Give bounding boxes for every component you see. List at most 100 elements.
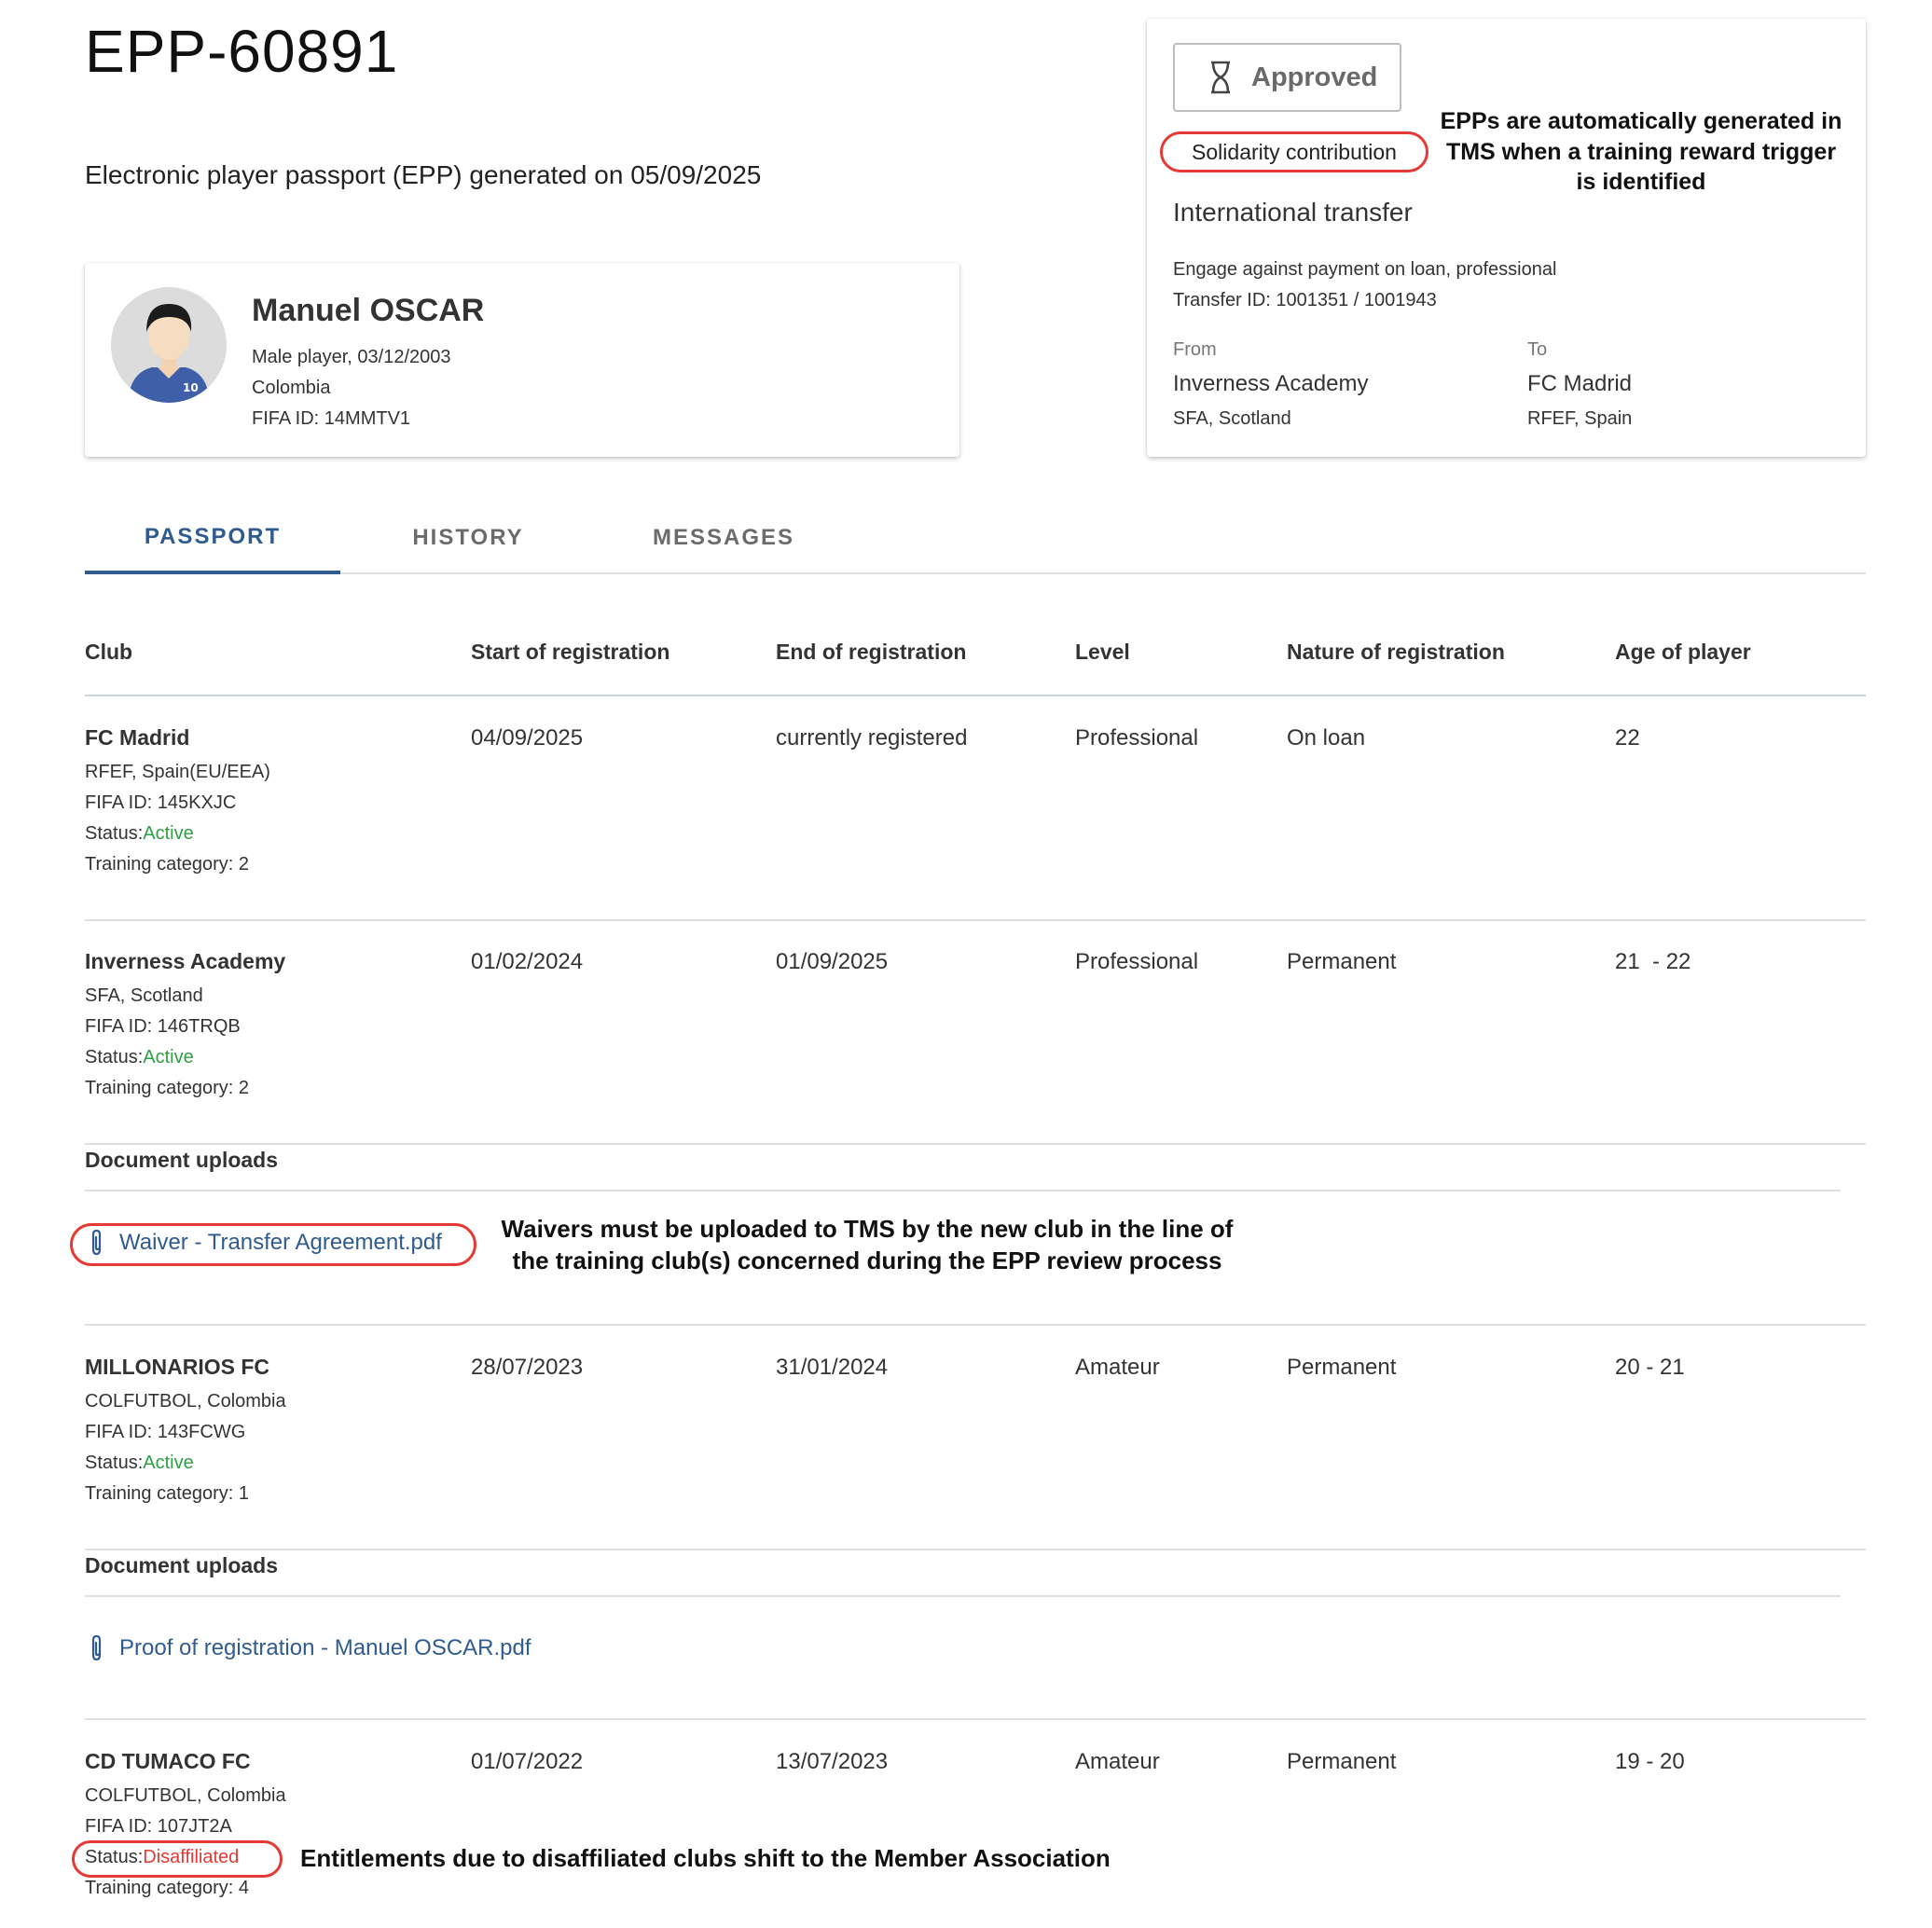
club-name: FC Madrid [85,725,190,750]
player-nationality: Colombia [252,378,331,398]
club-status: Status:Active [85,1453,194,1474]
start-of-registration: 04/09/2025 [471,725,584,751]
nature-of-registration: On loan [1287,725,1366,751]
status-value: Active [143,823,194,844]
start-of-registration: 28/07/2023 [471,1355,584,1380]
training-category: Training category: 2 [85,1078,250,1098]
age-of-player: 19 - 20 [1615,1749,1685,1774]
status-label: Approved [1251,62,1378,92]
row-divider [85,919,1866,921]
disaffiliated-annotation: Entitlements due to disaffiliated clubs … [300,1844,1111,1872]
level: Professional [1075,949,1199,974]
row-divider [85,1718,1866,1720]
column-header-level: Level [1075,640,1130,664]
solidarity-contribution-badge: Solidarity contribution [1160,131,1428,172]
club-status: Status:Disaffiliated [85,1847,239,1868]
from-label: From [1173,339,1217,360]
status-value: Active [143,1453,194,1473]
end-of-registration: currently registered [776,725,968,751]
column-header-start: Start of registration [471,640,670,664]
transfer-id: Transfer ID: 1001351 / 1001943 [1173,290,1437,310]
row-divider [85,1549,1866,1550]
start-of-registration: 01/07/2022 [471,1749,584,1774]
status-value: Disaffiliated [143,1847,240,1867]
status-prefix: Status: [85,823,144,844]
nature-of-registration: Permanent [1287,1749,1397,1774]
jersey-number: 10 [183,381,199,394]
player-name: Manuel OSCAR [252,293,485,328]
player-fifa-id: FIFA ID: 14MMTV1 [252,408,411,429]
club-association: COLFUTBOL, Colombia [85,1785,286,1806]
status-prefix: Status: [85,1847,144,1867]
level: Amateur [1075,1355,1160,1380]
column-header-end: End of registration [776,640,967,664]
age-of-player: 20 - 21 [1615,1355,1685,1380]
player-avatar-icon: 10 [111,287,227,403]
to-association: RFEF, Spain [1527,408,1633,429]
training-category: Training category: 1 [85,1483,250,1504]
tab-passport[interactable]: PASSPORT [85,503,340,574]
end-of-registration: 31/01/2024 [776,1355,889,1380]
hourglass-icon [1211,61,1230,94]
document-uploads-header: Document uploads [85,1148,279,1172]
waiver-annotation: Waivers must be uploaded to TMS by the n… [501,1215,1234,1274]
club-status: Status:Active [85,823,194,845]
club-name: CD TUMACO FC [85,1749,251,1773]
tab-messages[interactable]: MESSAGES [596,503,851,572]
epp-generation-annotation: EPPs are automatically generated in TMS … [1440,108,1842,195]
column-header-club: Club [85,640,133,664]
page-subtitle: Electronic player passport (EPP) generat… [85,160,762,189]
club-fifa-id: FIFA ID: 143FCWG [85,1422,246,1442]
row-divider [85,1324,1866,1326]
document-uploads-header: Document uploads [85,1553,279,1577]
paperclip-icon [91,1229,102,1256]
tab-bar: PASSPORT HISTORY MESSAGES [85,503,1866,574]
nature-of-registration: Permanent [1287,1355,1397,1380]
level: Amateur [1075,1749,1160,1774]
column-header-nature: Nature of registration [1287,640,1505,664]
document-divider [85,1190,1841,1191]
player-gender-dob: Male player, 03/12/2003 [252,347,451,367]
tab-history[interactable]: HISTORY [340,503,596,572]
nature-of-registration: Permanent [1287,949,1397,974]
club-association: COLFUTBOL, Colombia [85,1391,286,1412]
document-name: Waiver - Transfer Agreement.pdf [119,1230,442,1255]
header-divider [85,695,1866,696]
paperclip-icon [91,1634,102,1661]
status-prefix: Status: [85,1453,144,1473]
end-of-registration: 13/07/2023 [776,1749,889,1774]
level: Professional [1075,725,1199,751]
club-association: RFEF, Spain(EU/EEA) [85,762,270,782]
transfer-card: Approved Solidarity contribution EPPs ar… [1147,19,1866,457]
page-title: EPP-60891 [85,18,399,85]
end-of-registration: 01/09/2025 [776,949,889,974]
club-fifa-id: FIFA ID: 145KXJC [85,792,237,813]
status-button[interactable]: Approved [1173,43,1401,112]
transfer-description: Engage against payment on loan, professi… [1173,259,1557,280]
start-of-registration: 01/02/2024 [471,949,584,974]
status-value: Active [143,1047,194,1067]
to-label: To [1527,339,1548,360]
document-name: Proof of registration - Manuel OSCAR.pdf [119,1635,531,1660]
club-name: Inverness Academy [85,949,286,973]
club-name: MILLONARIOS FC [85,1355,270,1379]
training-category: Training category: 2 [85,854,250,874]
club-fifa-id: FIFA ID: 146TRQB [85,1016,241,1037]
document-divider [85,1595,1841,1597]
transfer-kind: International transfer [1173,198,1413,227]
age-of-player: 21 - 22 [1615,949,1691,974]
column-header-age: Age of player [1615,640,1751,664]
status-prefix: Status: [85,1047,144,1067]
club-association: SFA, Scotland [85,985,203,1006]
club-status: Status:Active [85,1047,194,1068]
training-category: Training category: 4 [85,1878,250,1898]
from-association: SFA, Scotland [1173,408,1291,429]
document-link-proof-of-registration[interactable]: Proof of registration - Manuel OSCAR.pdf [90,1634,531,1662]
from-club: Inverness Academy [1173,371,1369,396]
document-link-waiver[interactable]: Waiver - Transfer Agreement.pdf [90,1229,442,1257]
age-of-player: 22 [1615,725,1640,751]
player-card: 10 Manuel OSCAR Male player, 03/12/2003 … [85,263,959,457]
row-divider [85,1143,1866,1145]
to-club: FC Madrid [1527,371,1633,396]
avatar: 10 [111,287,227,403]
